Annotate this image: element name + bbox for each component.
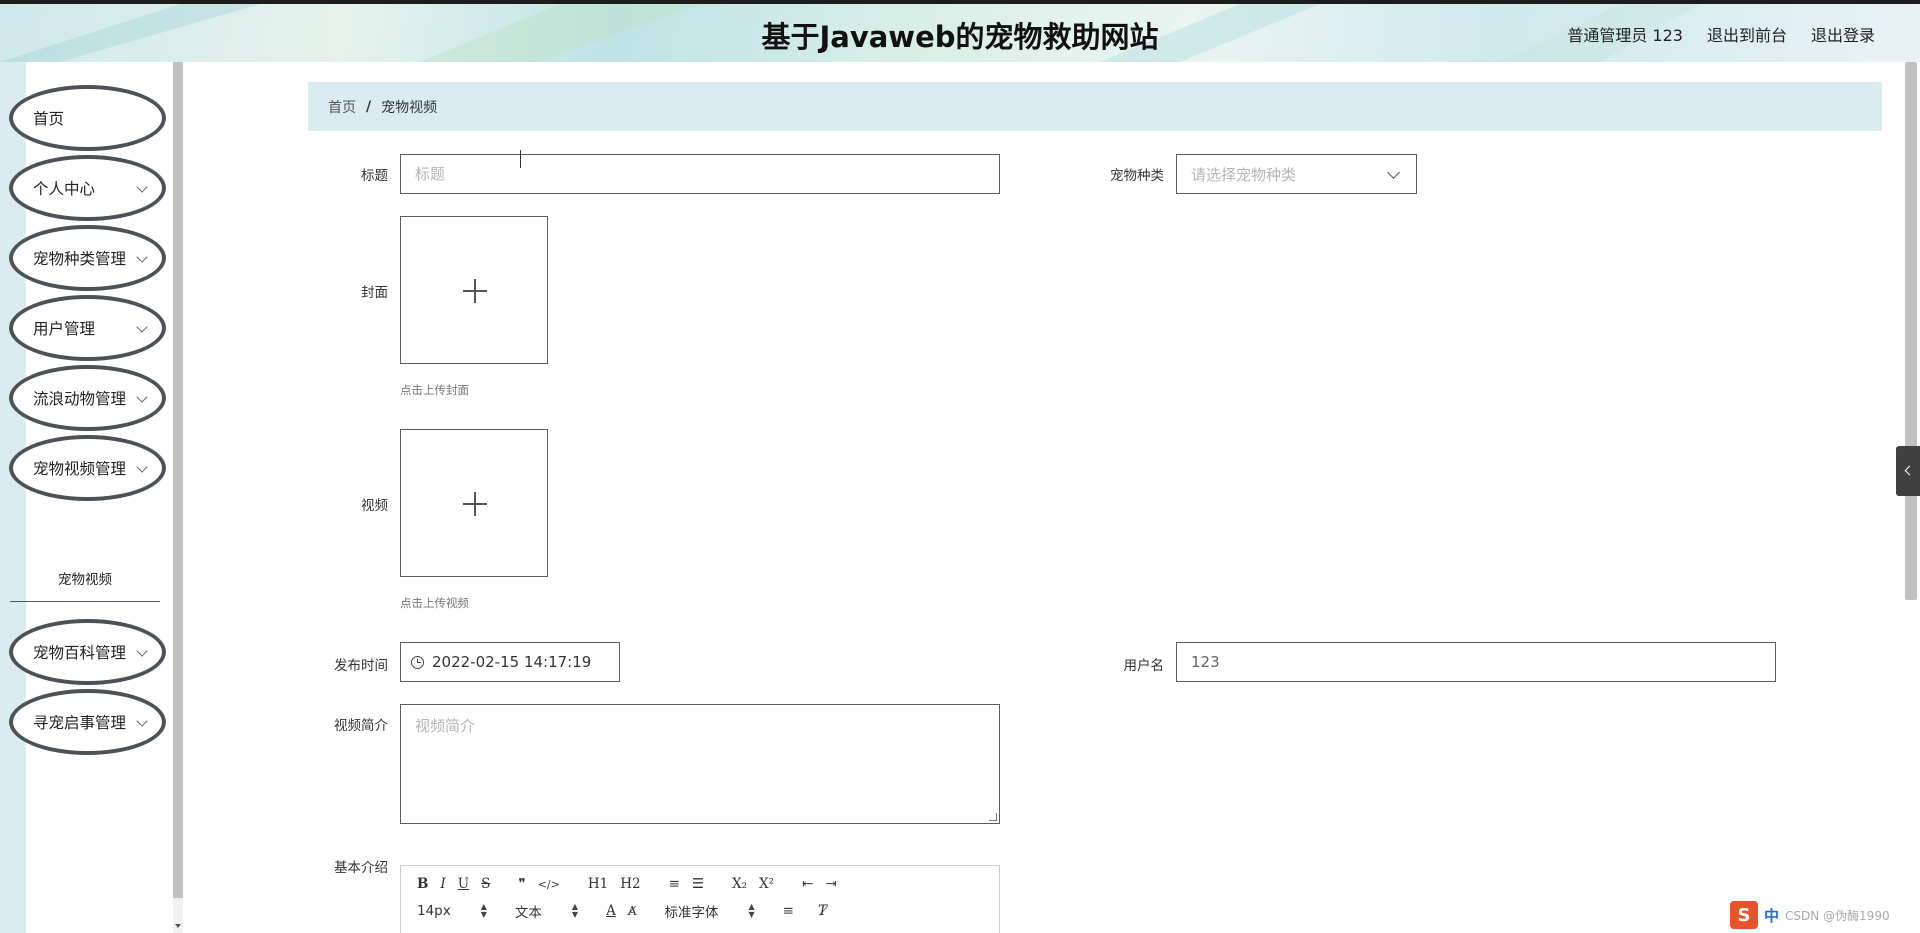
- chevron-down-icon: [136, 391, 148, 403]
- chevron-down-icon: [136, 181, 148, 193]
- video-hint: 点击上传视频: [400, 596, 469, 610]
- breadcrumb-separator: /: [366, 98, 372, 115]
- sidebar-item-label: 流浪动物管理: [33, 390, 127, 408]
- sidebar-item-label: 宠物种类管理: [33, 250, 127, 268]
- sidebar: 首页 个人中心 宠物种类管理 用户管理 流浪动物管理 宠物视频管理 宠物视频 宠…: [0, 62, 172, 933]
- chevron-up-icon: [136, 461, 148, 473]
- video-label: 视频: [361, 498, 388, 514]
- bullet-list-button[interactable]: ☰: [692, 876, 704, 892]
- bold-button[interactable]: B: [417, 876, 428, 892]
- sogou-logo-icon[interactable]: S: [1730, 901, 1758, 929]
- cover-label: 封面: [361, 285, 388, 301]
- breadcrumb-current: 宠物视频: [381, 99, 438, 116]
- chevron-down-icon: [136, 715, 148, 727]
- logout-link[interactable]: 退出登录: [1811, 22, 1875, 46]
- current-user-label: 普通管理员 123: [1567, 26, 1683, 45]
- ime-language-toggle[interactable]: 中: [1764, 905, 1779, 926]
- cover-upload[interactable]: [400, 216, 548, 364]
- clock-icon: [411, 655, 424, 669]
- italic-button[interactable]: I: [440, 876, 445, 892]
- outdent-button[interactable]: ⇤: [802, 876, 813, 892]
- exit-to-frontend-link[interactable]: 退出到前台: [1707, 22, 1787, 46]
- sidebar-subitem-pet-video[interactable]: 宠物视频: [10, 555, 160, 602]
- strike-button[interactable]: S: [481, 876, 490, 892]
- sidebar-item-personal-center[interactable]: 个人中心: [9, 155, 166, 221]
- chevron-left-icon: [1904, 465, 1915, 476]
- chevron-down-icon: [136, 321, 148, 333]
- sidebar-item-label: 首页: [33, 110, 65, 128]
- publish-time-picker[interactable]: 2022-02-15 14:17:19: [400, 642, 620, 682]
- ordered-list-button[interactable]: ≡: [669, 876, 680, 892]
- text-type-select[interactable]: 文本 ▲ ▼: [515, 901, 579, 922]
- intro-label: 视频简介: [334, 718, 388, 734]
- category-placeholder: 请选择宠物种类: [1191, 165, 1297, 184]
- indent-button[interactable]: ⇥: [825, 876, 836, 892]
- sidebar-item-pet-category[interactable]: 宠物种类管理: [9, 225, 166, 291]
- sidebar-item-label: 用户管理: [33, 320, 96, 338]
- ime-tray: S 中 CSDN @伪酶1990: [1730, 900, 1908, 930]
- publish-time-label: 发布时间: [334, 658, 388, 674]
- page-scrollbar[interactable]: [1905, 62, 1917, 600]
- sidebar-item-label: 寻宠启事管理: [33, 714, 127, 732]
- category-select[interactable]: 请选择宠物种类: [1176, 154, 1417, 194]
- editor-toolbar-row-1: B I U S ❞ </> H1 H2 ≡ ☰ X₂ X² ⇤ ⇥: [417, 876, 849, 892]
- breadcrumb-home[interactable]: 首页: [328, 97, 356, 117]
- underline-button[interactable]: U: [458, 876, 469, 892]
- heading-2-button[interactable]: H2: [620, 876, 640, 892]
- editor-toolbar-row-2: 14px ▲ ▼ 文本 ▲ ▼ A A̸ 标准字体 ▲ ▼ ≡ T̷: [417, 901, 839, 922]
- chevron-down-icon: [136, 645, 148, 657]
- updown-arrow-icon: ▲ ▼: [571, 902, 579, 919]
- chevron-down-icon: [136, 251, 148, 263]
- watermark: CSDN @伪酶1990: [1785, 908, 1890, 923]
- category-label: 宠物种类: [1110, 168, 1164, 184]
- cover-hint: 点击上传封面: [400, 383, 469, 397]
- username-label: 用户名: [1123, 658, 1165, 674]
- sidebar-item-stray-animals[interactable]: 流浪动物管理: [9, 365, 166, 431]
- sidebar-item-pet-video[interactable]: 宠物视频管理: [9, 435, 166, 501]
- superscript-button[interactable]: X²: [759, 876, 774, 892]
- scroll-down-arrow-icon[interactable]: [175, 924, 181, 928]
- align-icon[interactable]: ≡: [783, 903, 794, 919]
- clear-format-icon[interactable]: T̷: [818, 903, 827, 919]
- breadcrumb: 首页 / 宠物视频: [308, 82, 1882, 131]
- sidebar-item-users[interactable]: 用户管理: [9, 295, 166, 361]
- subscript-button[interactable]: X₂: [732, 876, 747, 892]
- video-upload[interactable]: [400, 429, 548, 577]
- title-field[interactable]: [400, 154, 1000, 194]
- sidebar-scrollbar[interactable]: [173, 62, 183, 898]
- font-family-select[interactable]: 标准字体 ▲ ▼: [664, 901, 755, 922]
- intro-textarea[interactable]: [415, 715, 985, 813]
- background-color-icon[interactable]: A̸: [628, 904, 637, 918]
- header-actions: 普通管理员 123 退出到前台 退出登录: [1567, 22, 1875, 46]
- sidebar-item-lost-pet-notice[interactable]: 寻宠启事管理: [9, 689, 166, 755]
- heading-1-button[interactable]: H1: [588, 876, 608, 892]
- rich-text-editor[interactable]: B I U S ❞ </> H1 H2 ≡ ☰ X₂ X² ⇤ ⇥ 14px ▲…: [400, 865, 1000, 933]
- updown-arrow-icon: ▲ ▼: [480, 902, 487, 919]
- font-color-icon[interactable]: A: [606, 903, 616, 919]
- sidebar-item-label: 宠物百科管理: [33, 644, 127, 662]
- chevron-down-icon: [1387, 166, 1400, 179]
- sidebar-item-home[interactable]: 首页: [9, 85, 166, 151]
- sidebar-item-label: 个人中心: [33, 180, 96, 198]
- top-header: 基于Javaweb的宠物救助网站 普通管理员 123 退出到前台 退出登录: [0, 0, 1920, 62]
- detail-label: 基本介绍: [334, 860, 388, 876]
- username-value: 123: [1191, 653, 1220, 671]
- collapse-panel-tab[interactable]: [1896, 446, 1920, 496]
- sidebar-item-pet-encyclopedia[interactable]: 宠物百科管理: [9, 619, 166, 685]
- font-size-select[interactable]: 14px ▲ ▼: [417, 902, 487, 920]
- updown-arrow-icon: ▲ ▼: [748, 902, 755, 919]
- text-cursor-icon: [520, 150, 522, 168]
- sidebar-item-label: 宠物视频管理: [33, 460, 127, 478]
- resize-grip-icon[interactable]: [989, 813, 997, 821]
- username-field[interactable]: 123: [1176, 642, 1776, 682]
- title-label: 标题: [361, 168, 388, 184]
- title-input[interactable]: [415, 155, 999, 193]
- code-block-button[interactable]: </>: [538, 878, 560, 891]
- intro-textarea-box[interactable]: [400, 704, 1000, 824]
- blockquote-button[interactable]: ❞: [518, 876, 525, 892]
- publish-time-value: 2022-02-15 14:17:19: [432, 653, 592, 671]
